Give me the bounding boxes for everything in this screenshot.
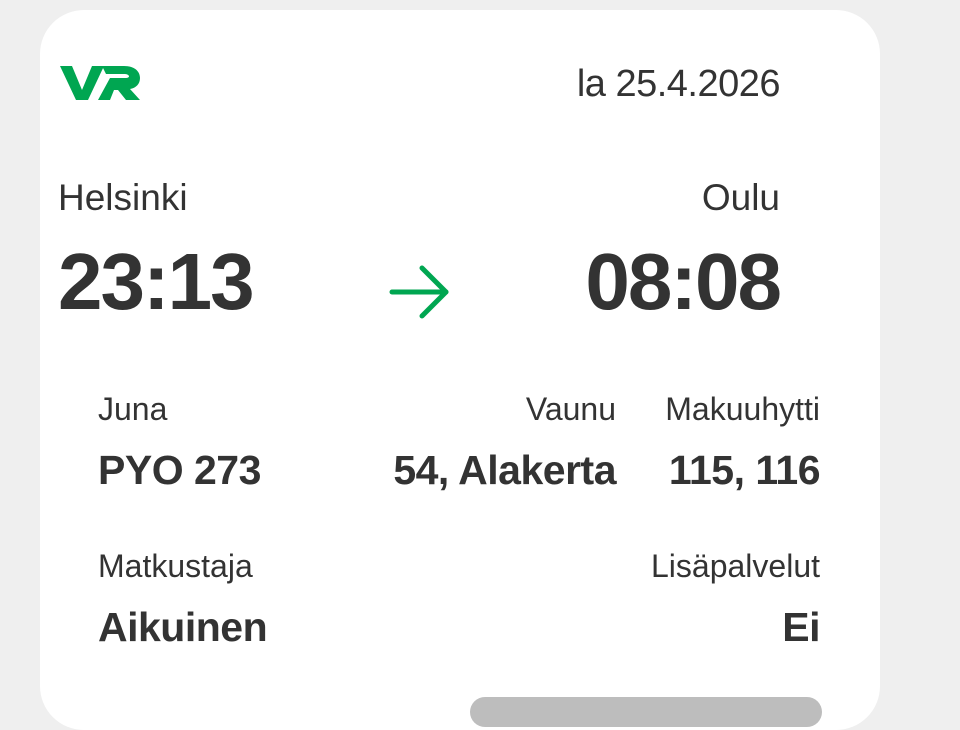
ticket-action-button[interactable]	[470, 697, 822, 727]
origin-city: Helsinki	[58, 177, 188, 218]
arrival-time: 08:08	[585, 237, 782, 326]
departure-time: 23:13	[58, 237, 255, 326]
arrow-right-icon	[389, 265, 449, 319]
cabin-label: Makuuhytti	[665, 391, 820, 427]
extras-label: Lisäpalvelut	[651, 548, 820, 584]
cabin-field: Makuuhytti 115, 116	[665, 390, 820, 494]
origin-stop: Helsinki 23:13	[58, 176, 255, 326]
ticket-header: la 25.4.2026	[58, 60, 781, 116]
vr-logo	[60, 66, 140, 100]
travel-date: la 25.4.2026	[576, 63, 781, 105]
train-field: Juna PYO 273	[98, 390, 261, 494]
car-value: 54, Alakerta	[393, 447, 616, 493]
cabin-value: 115, 116	[668, 447, 821, 493]
car-label: Vaunu	[525, 391, 616, 427]
passenger-value: Aikuinen	[98, 604, 268, 650]
passenger-field: Matkustaja Aikuinen	[98, 547, 268, 651]
passenger-label: Matkustaja	[98, 548, 253, 584]
extras-value: Ei	[782, 604, 820, 650]
destination-stop: Oulu 08:08	[585, 176, 782, 326]
car-field: Vaunu 54, Alakerta	[393, 390, 616, 494]
train-value: PYO 273	[98, 447, 261, 493]
route-section: Helsinki 23:13 Oulu 08:08	[58, 176, 782, 326]
destination-city: Oulu	[701, 177, 780, 218]
extras-field: Lisäpalvelut Ei	[651, 547, 821, 651]
train-label: Juna	[98, 391, 168, 427]
